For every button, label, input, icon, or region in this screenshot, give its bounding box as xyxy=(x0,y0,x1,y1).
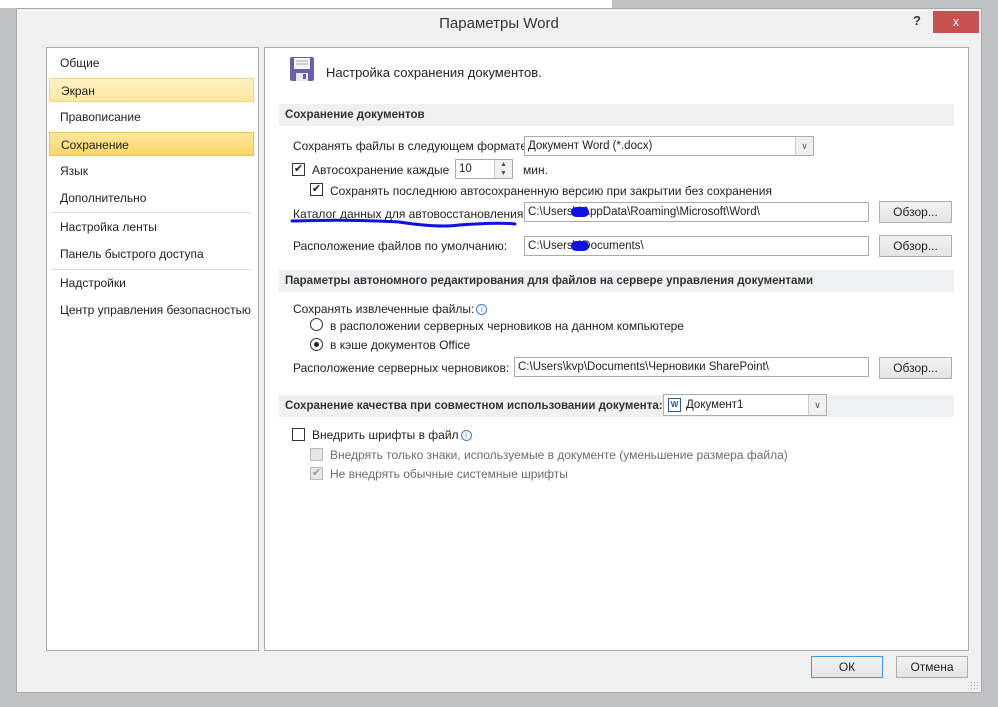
sidebar-item-addins[interactable]: Надстройки xyxy=(49,271,254,295)
resize-grip-icon[interactable] xyxy=(970,681,978,689)
format-select[interactable]: Документ Word (*.docx) ∨ xyxy=(524,136,814,156)
autosave-value: 10 xyxy=(459,163,472,175)
embed-fonts-checkbox[interactable] xyxy=(292,428,305,441)
radio-office-cache-label: в кэше документов Office xyxy=(330,338,471,352)
document-select[interactable]: W Документ1 ∨ xyxy=(663,394,827,416)
label-text: Сохранять извлеченные файлы: xyxy=(293,302,475,316)
sidebar-item-qat[interactable]: Панель быстрого доступа xyxy=(49,242,254,266)
chevron-down-icon[interactable]: ∨ xyxy=(795,137,813,155)
redaction-mark xyxy=(571,241,589,251)
blue-underline-annotation xyxy=(290,218,517,228)
section-offline-editing: Параметры автономного редактирования для… xyxy=(279,270,954,292)
autosave-minutes-stepper[interactable]: 10 ▲ ▼ xyxy=(455,159,513,179)
help-button[interactable]: ? xyxy=(913,13,921,28)
info-icon[interactable]: i xyxy=(460,430,472,442)
embed-only-used-label: Внедрять только знаки, используемые в до… xyxy=(330,448,788,462)
sidebar: Общие Экран Правописание Сохранение Язык… xyxy=(46,47,259,651)
sidebar-item-trust-center[interactable]: Центр управления безопасностью xyxy=(49,298,254,322)
ok-button[interactable]: ОК xyxy=(811,656,883,678)
section-save-documents: Сохранение документов xyxy=(279,104,954,126)
keep-last-label: Сохранять последнюю автосохраненную верс… xyxy=(330,184,772,198)
radio-server-drafts[interactable] xyxy=(310,318,323,331)
autorecover-browse-button[interactable]: Обзор... xyxy=(879,201,952,223)
radio-office-cache[interactable] xyxy=(310,338,323,351)
redaction-mark xyxy=(571,207,589,217)
section-fidelity: Сохранение качества при совместном испол… xyxy=(279,395,954,417)
default-location-browse-button[interactable]: Обзор... xyxy=(879,235,952,257)
format-value: Документ Word (*.docx) xyxy=(528,140,653,152)
sidebar-item-advanced[interactable]: Дополнительно xyxy=(49,186,254,210)
drafts-location-input[interactable]: C:\Users\kvp\Documents\Черновики SharePo… xyxy=(514,357,869,377)
sidebar-item-ribbon[interactable]: Настройка ленты xyxy=(49,215,254,239)
divider xyxy=(51,212,251,213)
sidebar-item-language[interactable]: Язык xyxy=(49,159,254,183)
autosave-checkbox[interactable]: ✔ xyxy=(292,163,305,176)
drafts-location-label: Расположение серверных черновиков: xyxy=(293,361,510,375)
format-label: Сохранять файлы в следующем формате: xyxy=(293,139,531,153)
embed-fonts-label: Внедрить шрифты в файл i xyxy=(312,428,472,442)
document-value: Документ1 xyxy=(686,399,744,411)
background xyxy=(0,0,612,8)
section-title: Сохранение качества при совместном испол… xyxy=(285,400,663,412)
floppy-disk-icon xyxy=(290,57,314,81)
sidebar-item-save[interactable]: Сохранение xyxy=(49,132,254,156)
autosave-label: Автосохранение каждые xyxy=(312,163,450,177)
sidebar-item-proofing[interactable]: Правописание xyxy=(49,105,254,129)
info-icon[interactable]: i xyxy=(476,304,488,316)
no-system-fonts-label: Не внедрять обычные системные шрифты xyxy=(330,467,568,481)
sidebar-item-general[interactable]: Общие xyxy=(49,51,254,75)
embed-only-used-checkbox[interactable] xyxy=(310,448,323,461)
no-system-fonts-checkbox[interactable]: ✔ xyxy=(310,467,323,480)
drafts-browse-button[interactable]: Обзор... xyxy=(879,357,952,379)
chevron-down-icon[interactable]: ∨ xyxy=(808,395,826,415)
content-panel: Настройка сохранения документов. Сохране… xyxy=(264,47,969,651)
save-checked-out-label: Сохранять извлеченные файлы: i xyxy=(293,302,488,316)
word-options-dialog: Параметры Word ? x Общие Экран Правописа… xyxy=(16,8,982,693)
radio-server-drafts-label: в расположении серверных черновиков на д… xyxy=(330,319,684,333)
cancel-button[interactable]: Отмена xyxy=(896,656,968,678)
spin-icon[interactable]: ▲ ▼ xyxy=(494,160,512,178)
close-button[interactable]: x xyxy=(933,11,979,33)
page-header: Настройка сохранения документов. xyxy=(326,65,542,80)
divider xyxy=(51,269,251,270)
word-document-icon: W xyxy=(668,398,681,412)
autosave-unit: мин. xyxy=(523,163,548,177)
keep-last-checkbox[interactable]: ✔ xyxy=(310,183,323,196)
label-text: Внедрить шрифты в файл xyxy=(312,428,459,442)
sidebar-item-display[interactable]: Экран xyxy=(49,78,254,102)
dialog-title: Параметры Word xyxy=(439,15,559,32)
default-location-label: Расположение файлов по умолчанию: xyxy=(293,239,508,253)
